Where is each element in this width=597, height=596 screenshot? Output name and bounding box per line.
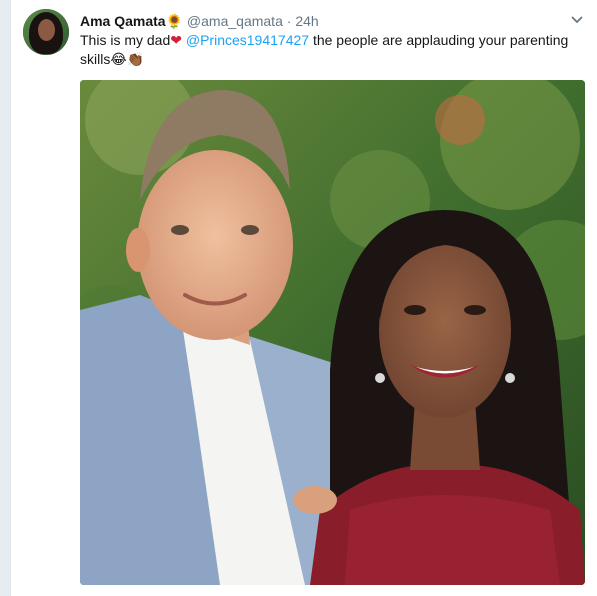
sunflower-icon: 🌻 (165, 13, 184, 29)
author-handle[interactable]: @ama_qamata (187, 13, 283, 29)
tweet-timestamp[interactable]: 24h (295, 13, 318, 29)
photo-image (80, 80, 585, 585)
avatar[interactable] (23, 9, 69, 55)
author-name[interactable]: Ama Qamata (80, 13, 166, 29)
tweet-header: Ama Qamata🌻 @ama_qamata · 24h (80, 12, 557, 30)
tweet-text-part1: This is my dad (80, 32, 171, 48)
tweet-text: This is my dad❤ @Princes19417427 the peo… (80, 31, 590, 69)
mention-link[interactable]: @Princes19417427 (186, 32, 309, 48)
tweet-photo[interactable] (80, 80, 585, 585)
laughing-clapping-emoji-icon: 😂👏🏾 (110, 52, 145, 68)
tweet-card: Ama Qamata🌻 @ama_qamata · 24h This is my… (10, 0, 597, 596)
separator-dot: · (286, 13, 292, 29)
heart-icon: ❤ (170, 33, 182, 49)
chevron-down-icon[interactable] (571, 14, 583, 26)
